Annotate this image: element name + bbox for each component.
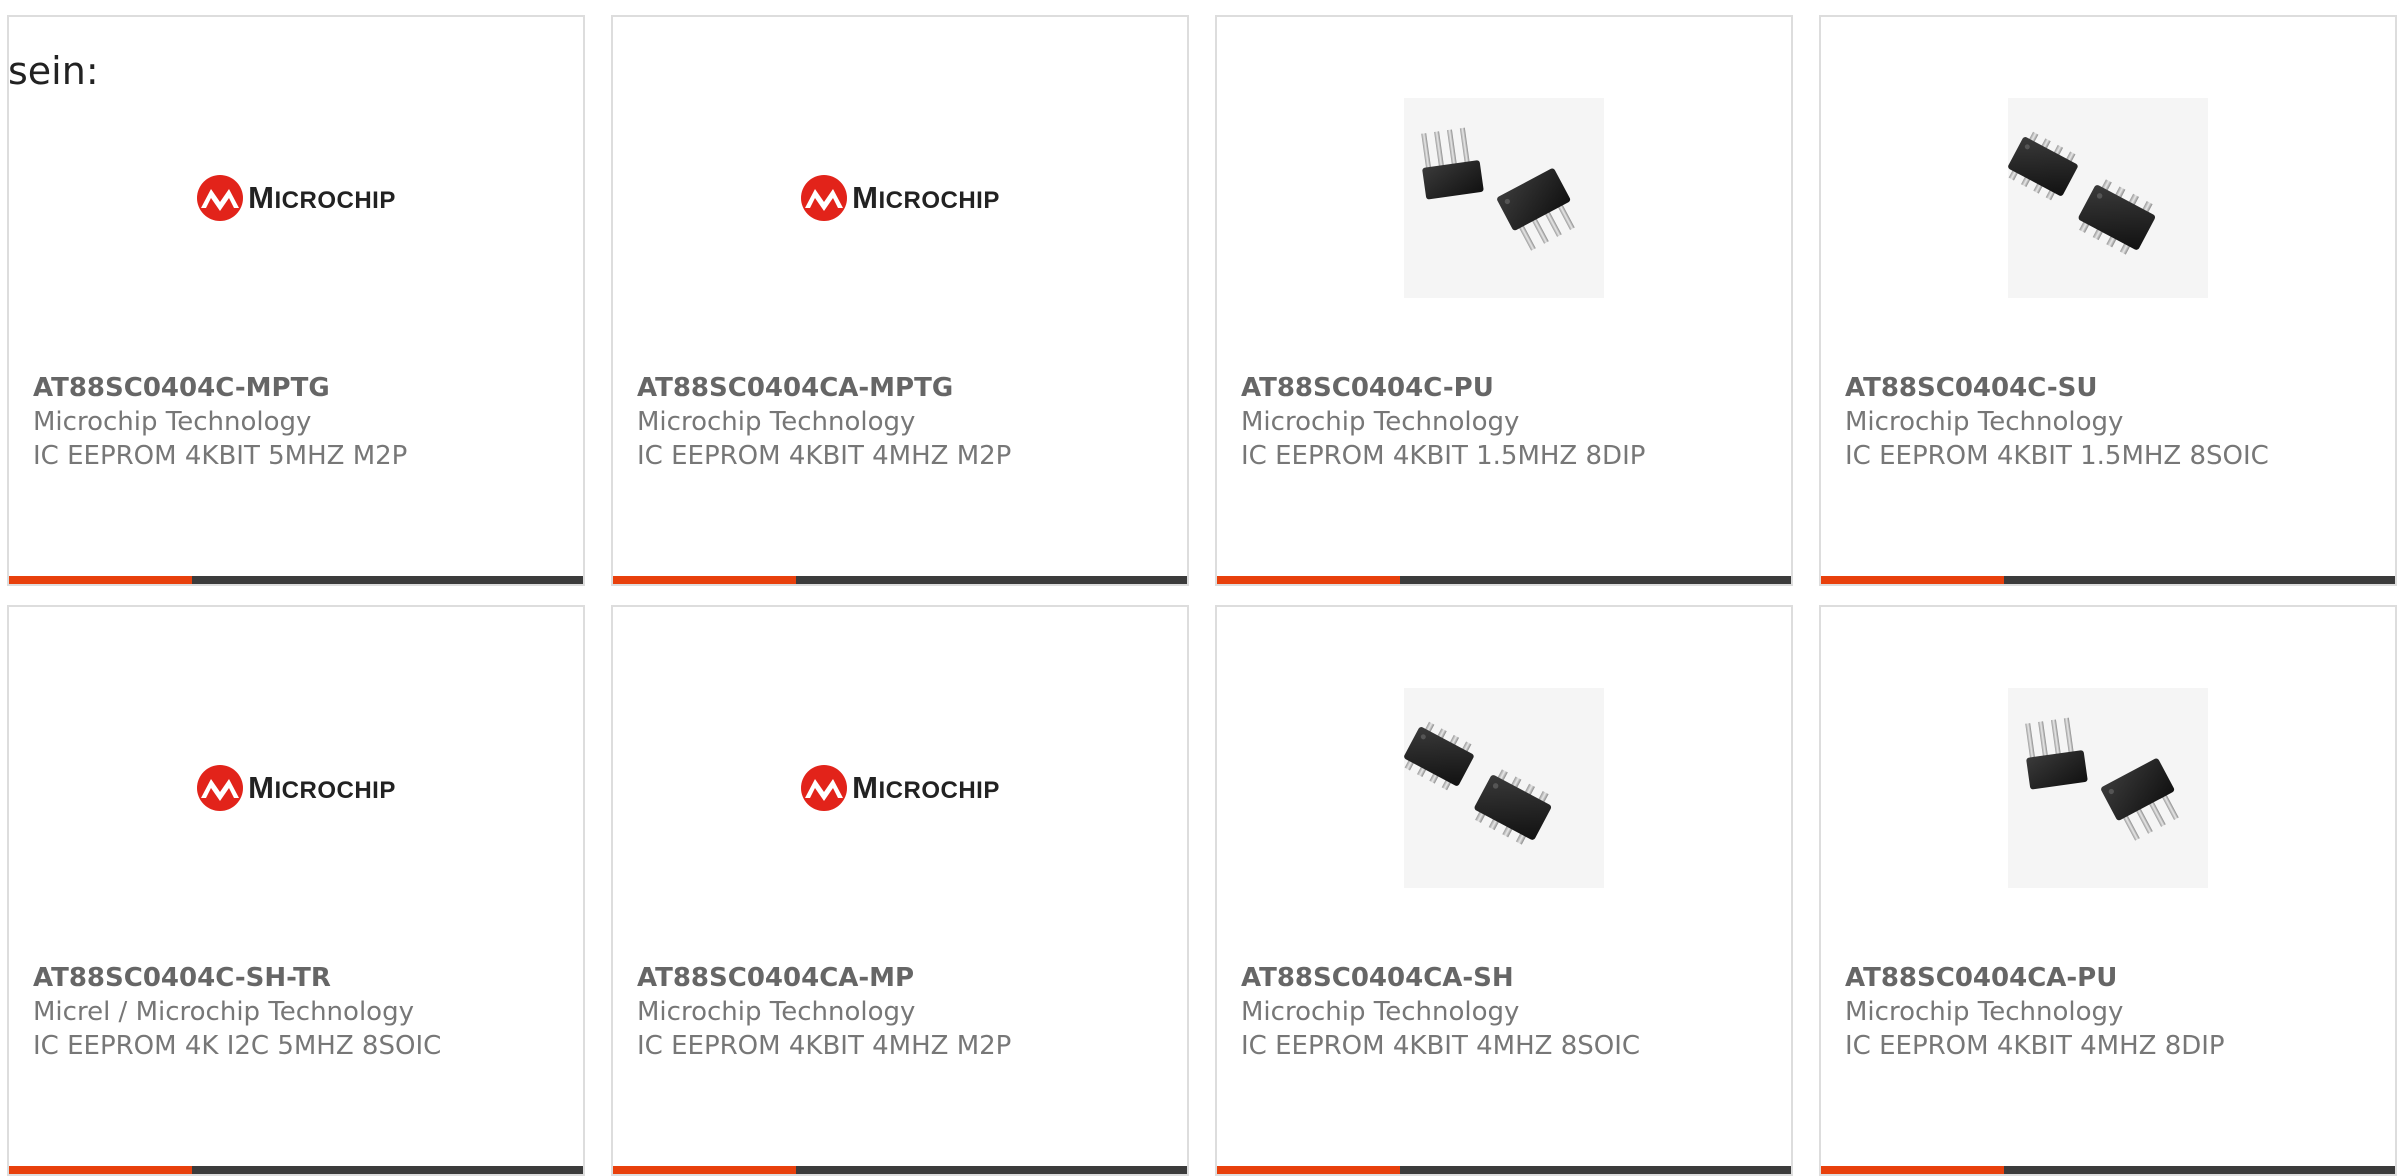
product-image[interactable]: MICROCHIP [613,93,1187,303]
card-bar-accent [1217,576,1400,584]
part-number-link[interactable]: AT88SC0404C-SU [1845,371,2385,405]
dip-package-photo [1404,98,1604,298]
product-description: IC EEPROM 4KBIT 5MHZ M2P [33,441,408,471]
microchip-logo: MICROCHIP [196,174,396,222]
manufacturer-name: Microchip Technology [1241,997,1520,1027]
microchip-logo: MICROCHIP [196,764,396,812]
card-bottom-bar [1821,576,2395,584]
product-description: IC EEPROM 4KBIT 4MHZ 8SOIC [1241,1031,1641,1061]
soic-package-photo [2008,98,2208,298]
product-info: AT88SC0404C-MPTG Microchip Technology IC E… [33,371,573,473]
product-image[interactable]: MICROCHIP [9,93,583,303]
product-info: AT88SC0404C-PU Microchip Technology IC EEP… [1241,371,1781,473]
part-number-link[interactable]: AT88SC0404CA-SH [1241,961,1781,995]
product-description: IC EEPROM 4KBIT 1.5MHZ 8DIP [1241,441,1646,471]
product-info: AT88SC0404CA-MPTG Microchip Technology IC … [637,371,1177,473]
product-description: IC EEPROM 4KBIT 4MHZ M2P [637,1031,1012,1061]
microchip-logo-mark [801,175,848,221]
card-bar-accent [1821,576,2004,584]
product-description: IC EEPROM 4K I2C 5MHZ 8SOIC [33,1031,442,1061]
product-card[interactable]: MICROCHIP AT88SC0404CA-MP Microchip Techno… [611,605,1189,1176]
microchip-logo-mark [801,765,848,811]
manufacturer-name: Micrel / Microchip Technology [33,997,414,1027]
manufacturer-name: Microchip Technology [1845,407,2124,437]
microchip-logo-wordmark: MICROCHIP [248,770,396,805]
microchip-logo-wordmark: MICROCHIP [852,180,1000,215]
card-bottom-bar [613,576,1187,584]
part-number-link[interactable]: AT88SC0404CA-MP [637,961,1177,995]
product-image[interactable] [1217,93,1791,303]
product-info: AT88SC0404CA-MP Microchip Technology IC EE… [637,961,1177,1063]
manufacturer-name: Microchip Technology [33,407,312,437]
product-description: IC EEPROM 4KBIT 4MHZ M2P [637,441,1012,471]
product-card[interactable]: MICROCHIP AT88SC0404CA-MPTG Microchip Tech… [611,15,1189,586]
manufacturer-name: Microchip Technology [637,997,916,1027]
card-bottom-bar [9,576,583,584]
product-image[interactable] [1821,683,2395,893]
microchip-logo-wordmark: MICROCHIP [248,180,396,215]
product-card[interactable]: AT88SC0404C-PU Microchip Technology IC EEP… [1215,15,1793,586]
product-card[interactable]: AT88SC0404C-SU Microchip Technology IC EEP… [1819,15,2397,586]
product-grid: MICROCHIP AT88SC0404C-MPTG Microchip Techn… [0,0,2400,1176]
manufacturer-name: Microchip Technology [637,407,916,437]
microchip-logo-wordmark: MICROCHIP [852,770,1000,805]
product-description: IC EEPROM 4KBIT 4MHZ 8DIP [1845,1031,2225,1061]
product-image[interactable]: MICROCHIP [613,683,1187,893]
card-bottom-bar [1217,576,1791,584]
product-card[interactable]: AT88SC0404CA-PU Microchip Technology IC EE… [1819,605,2397,1176]
manufacturer-name: Microchip Technology [1241,407,1520,437]
part-number-link[interactable]: AT88SC0404CA-PU [1845,961,2385,995]
product-image[interactable] [1217,683,1791,893]
product-card[interactable]: AT88SC0404CA-SH Microchip Technology IC EE… [1215,605,1793,1176]
microchip-logo-mark [197,765,244,811]
product-card[interactable]: MICROCHIP AT88SC0404C-MPTG Microchip Techn… [7,15,585,586]
part-number-link[interactable]: AT88SC0404CA-MPTG [637,371,1177,405]
manufacturer-name: Microchip Technology [1845,997,2124,1027]
dip-package-photo [2008,688,2208,888]
microchip-logo-mark [197,175,244,221]
part-number-link[interactable]: AT88SC0404C-PU [1241,371,1781,405]
product-info: AT88SC0404C-SU Microchip Technology IC EEP… [1845,371,2385,473]
soic-package-photo [1404,688,1604,888]
product-image[interactable]: MICROCHIP [9,683,583,893]
intro-text: sein: [8,49,99,93]
product-card[interactable]: MICROCHIP AT88SC0404C-SH-TR Micrel / Micro… [7,605,585,1176]
part-number-link[interactable]: AT88SC0404C-MPTG [33,371,573,405]
microchip-logo: MICROCHIP [800,764,1000,812]
product-image[interactable] [1821,93,2395,303]
product-info: AT88SC0404CA-SH Microchip Technology IC EE… [1241,961,1781,1063]
product-info: AT88SC0404CA-PU Microchip Technology IC EE… [1845,961,2385,1063]
product-info: AT88SC0404C-SH-TR Micrel / Microchip Tech… [33,961,573,1063]
product-description: IC EEPROM 4KBIT 1.5MHZ 8SOIC [1845,441,2269,471]
card-bar-accent [9,576,192,584]
card-bar-accent [613,576,796,584]
part-number-link[interactable]: AT88SC0404C-SH-TR [33,961,573,995]
microchip-logo: MICROCHIP [800,174,1000,222]
